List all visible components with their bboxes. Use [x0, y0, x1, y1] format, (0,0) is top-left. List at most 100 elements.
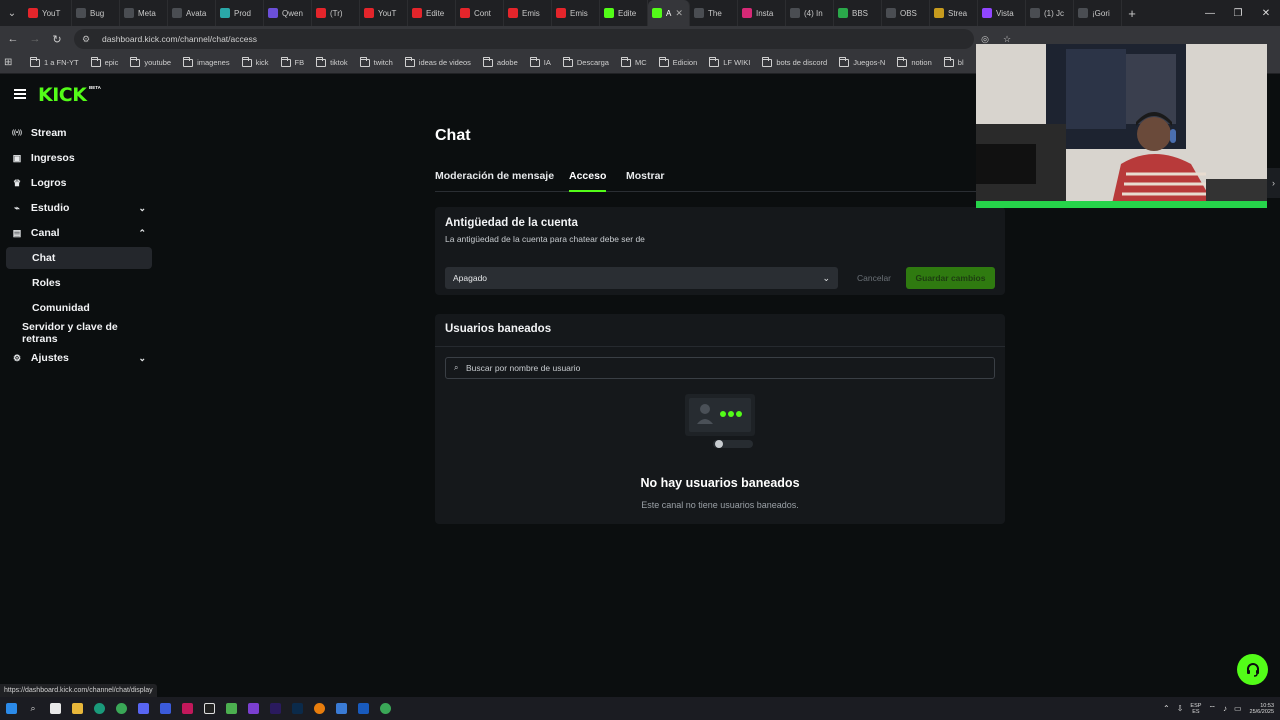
bookmark-folder[interactable]: MC	[620, 56, 647, 67]
sidebar-item-ajustes[interactable]: ⚙ Ajustes ⌄	[6, 347, 152, 369]
bookmark-folder[interactable]: Juegos-N	[839, 56, 885, 67]
reload-icon[interactable]: ↻	[46, 26, 68, 52]
bookmark-folder[interactable]: IA	[529, 56, 551, 67]
app-icon[interactable]	[154, 697, 176, 720]
sidebar-item-chat[interactable]: Chat	[6, 247, 152, 269]
capcut-icon[interactable]	[198, 697, 220, 720]
obsidian-icon[interactable]	[242, 697, 264, 720]
bookmark-folder[interactable]: FB	[280, 56, 304, 67]
tab-acceso[interactable]: Acceso	[569, 170, 607, 192]
tab-moderacion[interactable]: Moderación de mensaje	[435, 170, 554, 192]
xbox-icon[interactable]	[176, 697, 198, 720]
url-input[interactable]: ⚙ dashboard.kick.com/channel/chat/access	[74, 29, 974, 49]
apps-grid-icon[interactable]: ⊞	[4, 57, 18, 68]
collapse-panel-icon[interactable]: ›	[1267, 168, 1280, 198]
browser-tab[interactable]: Cont	[456, 0, 504, 26]
language-indicator[interactable]: ESP ES	[1190, 703, 1201, 715]
back-arrow-icon[interactable]: ←	[2, 26, 24, 52]
bookmark-folder[interactable]: Descarga	[562, 56, 609, 67]
word-icon[interactable]	[352, 697, 374, 720]
browser-tab[interactable]: YouT	[24, 0, 72, 26]
bookmark-folder[interactable]: youtube	[130, 56, 171, 67]
banned-search-input[interactable]: ⌕ Buscar por nombre de usuario	[445, 357, 995, 379]
chrome-icon[interactable]	[110, 697, 132, 720]
browser-tab[interactable]: (1) Jc	[1026, 0, 1074, 26]
forward-arrow-icon[interactable]: →	[24, 26, 46, 52]
browser-tab[interactable]: Prod	[216, 0, 264, 26]
new-tab-button[interactable]: +	[1122, 6, 1142, 21]
bookmark-folder[interactable]: ideas de videos	[404, 56, 471, 67]
browser-tab[interactable]: Bug	[72, 0, 120, 26]
browser-tab[interactable]: (4) In	[786, 0, 834, 26]
browser-tab[interactable]: Edite	[600, 0, 648, 26]
search-icon[interactable]: ⌕	[22, 697, 44, 720]
usb-icon[interactable]: ⇩	[1177, 704, 1184, 713]
start-icon[interactable]	[0, 697, 22, 720]
wifi-icon[interactable]: ⌔	[1208, 704, 1216, 714]
tab-search-chevron-icon[interactable]: ⌄	[0, 0, 24, 26]
browser-tab[interactable]: ¡Gori	[1074, 0, 1122, 26]
browser-tab[interactable]: BBS	[834, 0, 882, 26]
photoshop-icon[interactable]	[286, 697, 308, 720]
maximize-icon[interactable]: ❐	[1224, 0, 1252, 26]
bookmark-folder[interactable]: imagenes	[183, 56, 230, 67]
chrome2-icon[interactable]	[374, 697, 396, 720]
task-view-icon[interactable]	[44, 697, 66, 720]
discord-icon[interactable]	[132, 697, 154, 720]
bookmark-folder[interactable]: epic	[90, 56, 118, 67]
premiere-icon[interactable]	[264, 697, 286, 720]
save-changes-button[interactable]: Guardar cambios	[906, 267, 995, 289]
browser-tab[interactable]: Emis	[552, 0, 600, 26]
browser-tab[interactable]: Qwen	[264, 0, 312, 26]
browser-tab[interactable]: Edite	[408, 0, 456, 26]
bookmark-folder[interactable]: LF WIKI	[709, 56, 750, 67]
minimize-icon[interactable]: —	[1196, 0, 1224, 26]
bookmark-folder[interactable]: notion	[897, 56, 932, 67]
sidebar-item-roles[interactable]: Roles	[6, 272, 152, 294]
file-explorer-icon[interactable]	[66, 697, 88, 720]
browser-tab[interactable]: Vista	[978, 0, 1026, 26]
sidebar-item-servidor[interactable]: Servidor y clave de retrans	[6, 321, 152, 345]
browser-tab[interactable]: (Tr)	[312, 0, 360, 26]
site-settings-icon[interactable]: ⚙	[82, 34, 96, 45]
cancel-button[interactable]: Cancelar	[849, 267, 899, 289]
bookmark-folder[interactable]: adobe	[482, 56, 518, 67]
bookmark-folder[interactable]: bl	[943, 56, 964, 67]
browser-tab[interactable]: OBS	[882, 0, 930, 26]
bookmark-folder[interactable]: bots de discord	[762, 56, 827, 67]
kick-logo[interactable]: KICK	[38, 84, 87, 106]
browser-tab[interactable]: Strea	[930, 0, 978, 26]
edge-icon[interactable]	[88, 697, 110, 720]
sidebar-item-estudio[interactable]: ⌁ Estudio ⌄	[6, 197, 152, 219]
account-age-select[interactable]: Apagado ⌄	[445, 267, 838, 289]
browser-tab[interactable]: YouT	[360, 0, 408, 26]
bookmark-folder[interactable]: Edicion	[658, 56, 697, 67]
sidebar-item-stream[interactable]: ((•)) Stream	[6, 122, 152, 144]
browser-tab[interactable]: The	[690, 0, 738, 26]
tray-chevron-icon[interactable]: ⌃	[1163, 704, 1170, 713]
close-window-icon[interactable]: ✕	[1252, 0, 1280, 26]
bookmark-folder[interactable]: twitch	[359, 56, 393, 67]
sidebar-item-logros[interactable]: ♛ Logros	[6, 172, 152, 194]
browser-tab[interactable]: Meta	[120, 0, 168, 26]
tab-mostrar[interactable]: Mostrar	[626, 170, 665, 192]
browser-tab[interactable]: Emis	[504, 0, 552, 26]
sidebar-item-canal[interactable]: ▤ Canal ⌃	[6, 222, 152, 244]
sidebar-item-comunidad[interactable]: Comunidad	[6, 297, 152, 319]
bookmark-folder[interactable]: tiktok	[316, 56, 348, 67]
bookmark-folder[interactable]: 1 a FN-YT	[30, 56, 79, 67]
menu-icon[interactable]	[14, 89, 26, 99]
minecraft-icon[interactable]	[220, 697, 242, 720]
close-tab-icon[interactable]: ✕	[675, 8, 683, 19]
browser-tab[interactable]: Avata	[168, 0, 216, 26]
help-chat-button[interactable]	[1237, 654, 1268, 685]
browser-tab[interactable]: A ✕	[648, 0, 690, 26]
sidebar-item-ingresos[interactable]: ▣ Ingresos	[6, 147, 152, 169]
browser-tab[interactable]: Insta	[738, 0, 786, 26]
clock[interactable]: 10:53 25/6/2025	[1250, 703, 1274, 715]
volume-icon[interactable]: ♪	[1223, 704, 1227, 713]
blender-icon[interactable]	[308, 697, 330, 720]
app2-icon[interactable]	[330, 697, 352, 720]
bookmark-folder[interactable]: kick	[241, 56, 269, 67]
battery-icon[interactable]: ▭	[1234, 704, 1242, 713]
